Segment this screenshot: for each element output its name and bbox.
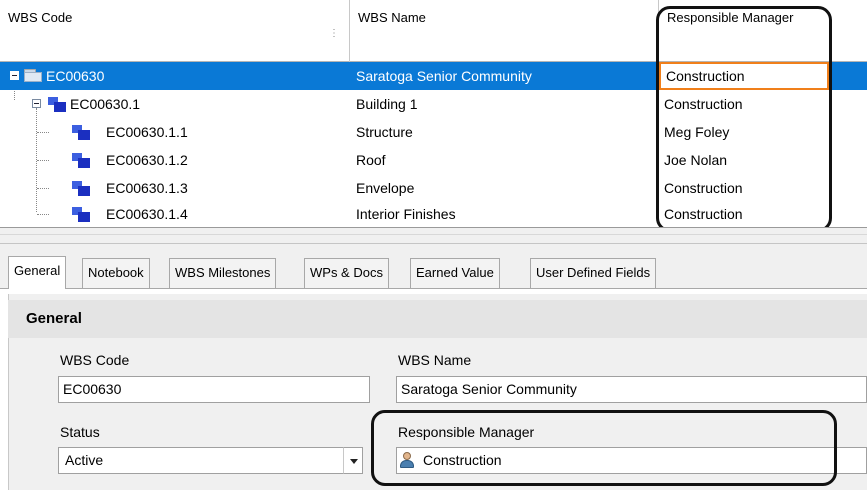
- tab-user-defined-fields[interactable]: User Defined Fields: [530, 258, 657, 288]
- table-cell-manager[interactable]: Construction: [659, 174, 829, 202]
- table-row[interactable]: EC00630.1.4 Interior Finishes Constructi…: [0, 200, 867, 227]
- table-cell-manager[interactable]: Construction: [659, 90, 829, 118]
- wbs-code-text: EC00630.1.2: [106, 152, 188, 168]
- wbs-grid: WBS Code ⋮ WBS Name Responsible Manager …: [0, 0, 867, 228]
- wbs-name-field[interactable]: Saratoga Senior Community: [396, 376, 867, 403]
- table-cell-name[interactable]: Interior Finishes: [350, 200, 659, 227]
- table-cell-name[interactable]: Roof: [350, 146, 659, 174]
- collapse-icon[interactable]: [32, 99, 41, 108]
- table-cell-name[interactable]: Envelope: [350, 174, 659, 202]
- column-sort-icon[interactable]: ⋮: [329, 28, 339, 39]
- collapse-icon[interactable]: [10, 71, 19, 80]
- wbs-code-text: EC00630.1.1: [106, 124, 188, 140]
- responsible-manager-field[interactable]: Construction: [396, 447, 867, 474]
- tab-wps-docs[interactable]: WPs & Docs: [304, 258, 389, 288]
- wbs-code-label: WBS Code: [60, 352, 130, 368]
- column-header-label: Responsible Manager: [667, 10, 794, 25]
- wbs-icon: [72, 207, 90, 222]
- table-row[interactable]: EC00630.1.2 Roof Joe Nolan: [0, 146, 867, 174]
- wbs-name-label: WBS Name: [398, 352, 472, 368]
- tree-line: [37, 160, 49, 161]
- panel-title: General: [26, 310, 82, 327]
- table-cell-manager[interactable]: Meg Foley: [659, 118, 829, 146]
- table-cell-code[interactable]: EC00630.1.4: [0, 200, 350, 227]
- table-cell-name[interactable]: Structure: [350, 118, 659, 146]
- column-header-wbs-code[interactable]: WBS Code ⋮: [0, 0, 350, 62]
- tab-earned-value[interactable]: Earned Value: [410, 258, 500, 288]
- wbs-icon: [72, 125, 90, 140]
- table-cell-code[interactable]: EC00630: [0, 62, 350, 90]
- wbs-code-text: EC00630.1.3: [106, 180, 188, 196]
- status-label: Status: [60, 424, 100, 440]
- tab-divider: [0, 288, 867, 289]
- table-row[interactable]: EC00630 Saratoga Senior Community Constr…: [0, 62, 867, 90]
- wbs-code-text: EC00630.1.4: [106, 206, 188, 222]
- chevron-down-icon[interactable]: [343, 447, 363, 474]
- wbs-code-text: EC00630: [46, 68, 105, 84]
- column-header-label: WBS Name: [358, 10, 426, 25]
- tab-notebook[interactable]: Notebook: [82, 258, 150, 288]
- table-row[interactable]: EC00630.1.3 Envelope Construction: [0, 174, 867, 202]
- table-cell-name[interactable]: Building 1: [350, 90, 659, 118]
- column-header-label: WBS Code: [8, 10, 73, 25]
- detail-tabs: General Notebook WBS Milestones WPs & Do…: [0, 244, 867, 289]
- table-cell-manager[interactable]: Construction: [659, 62, 829, 90]
- tree-line: [37, 188, 49, 189]
- wbs-code-field[interactable]: EC00630: [58, 376, 370, 403]
- tab-general[interactable]: General: [8, 256, 67, 289]
- tree-line: [37, 214, 49, 215]
- column-header-responsible-manager[interactable]: Responsible Manager: [659, 0, 867, 62]
- table-cell-manager[interactable]: Joe Nolan: [659, 146, 829, 174]
- column-header-wbs-name[interactable]: WBS Name: [350, 0, 659, 62]
- table-row[interactable]: EC00630.1.1 Structure Meg Foley: [0, 118, 867, 146]
- wbs-icon: [72, 153, 90, 168]
- wbs-icon: [72, 181, 90, 196]
- pane-splitter[interactable]: [0, 228, 867, 244]
- responsible-manager-label: Responsible Manager: [398, 424, 535, 440]
- table-cell-code[interactable]: EC00630.1.3: [0, 174, 350, 202]
- tree-line: [37, 132, 49, 133]
- table-cell-code[interactable]: EC00630.1.2: [0, 146, 350, 174]
- table-cell-name[interactable]: Saratoga Senior Community: [350, 62, 659, 90]
- grid-header: WBS Code ⋮ WBS Name Responsible Manager: [0, 0, 867, 62]
- person-icon[interactable]: [398, 451, 416, 469]
- folder-icon: [24, 69, 42, 82]
- table-cell-code[interactable]: EC00630.1.1: [0, 118, 350, 146]
- status-select[interactable]: Active: [58, 447, 344, 474]
- panel-title-bar: [8, 300, 867, 338]
- wbs-icon: [48, 97, 66, 112]
- table-cell-code[interactable]: EC00630.1: [0, 90, 350, 118]
- table-row[interactable]: EC00630.1 Building 1 Construction: [0, 90, 867, 118]
- tab-wbs-milestones[interactable]: WBS Milestones: [169, 258, 277, 288]
- table-cell-manager[interactable]: Construction: [659, 200, 829, 227]
- wbs-code-text: EC00630.1: [70, 96, 141, 112]
